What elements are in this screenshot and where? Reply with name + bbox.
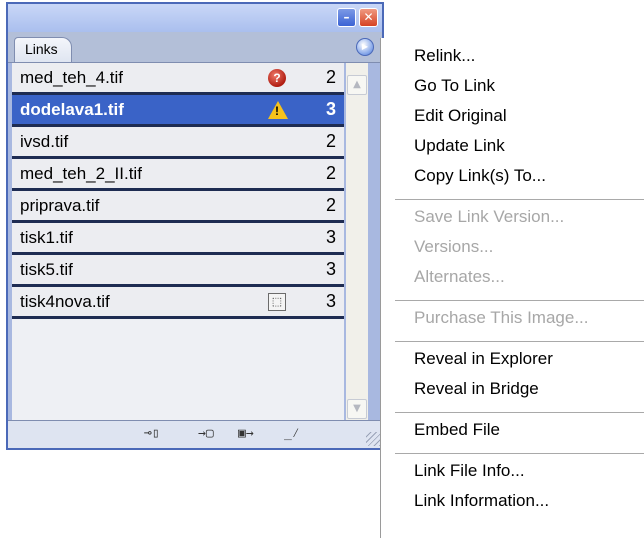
missing-link-icon: ?: [268, 69, 286, 87]
link-page-number: 2: [325, 195, 336, 215]
link-row[interactable]: tisk1.tif 3: [12, 223, 344, 255]
close-button[interactable]: ✕: [359, 8, 378, 27]
link-name: dodelava1.tif: [20, 100, 124, 119]
panel-tab-row: Links ▶: [8, 32, 382, 63]
modified-link-warning-icon: !: [268, 101, 288, 119]
scroll-down-icon[interactable]: ▼: [347, 399, 367, 419]
menu-separator: [395, 300, 644, 301]
link-row[interactable]: tisk5.tif 3: [12, 255, 344, 287]
link-name: med_teh_2_II.tif: [20, 164, 142, 183]
tab-links[interactable]: Links: [14, 37, 72, 62]
links-list: med_teh_4.tif? 2 dodelava1.tif! 3 ivsd.tif 2 m…: [12, 63, 344, 421]
vertical-scrollbar[interactable]: ▲ ▼: [346, 63, 368, 421]
links-panel: – ✕ Links ▶ med_teh_4.tif? 2 dodelava1.tif…: [6, 2, 384, 450]
link-name: tisk1.tif: [20, 228, 73, 247]
panel-menu-icon[interactable]: ▶: [356, 38, 374, 56]
panel-titlebar[interactable]: – ✕: [8, 4, 382, 32]
link-name: ivsd.tif: [20, 132, 69, 151]
menu-separator: [395, 199, 644, 200]
link-page-number: 3: [325, 99, 336, 119]
scroll-up-icon[interactable]: ▲: [347, 75, 367, 95]
menu-separator: [395, 453, 644, 454]
link-row[interactable]: priprava.tif 2: [12, 191, 344, 223]
link-page-number: 2: [325, 163, 336, 183]
go-to-link-icon[interactable]: →▢: [198, 425, 214, 443]
link-name: tisk5.tif: [20, 260, 73, 279]
menu-item-reveal-in-explorer[interactable]: Reveal in Explorer: [414, 347, 553, 371]
update-link-icon[interactable]: ▣→: [238, 425, 254, 443]
embedded-link-icon: ⬚: [268, 293, 286, 311]
menu-item-purchase-this-image: Purchase This Image...: [414, 308, 589, 327]
menu-item-relink[interactable]: Relink...: [414, 44, 475, 68]
link-row[interactable]: med_teh_2_II.tif 2: [12, 159, 344, 191]
link-name: med_teh_4.tif: [20, 68, 124, 87]
link-row[interactable]: tisk4nova.tif ⬚ 3: [12, 287, 344, 319]
menu-item-edit-original[interactable]: Edit Original: [414, 104, 507, 128]
link-page-number: 3: [325, 259, 336, 279]
link-row[interactable]: ivsd.tif 2: [12, 127, 344, 159]
link-name: tisk4nova.tif: [20, 292, 110, 311]
menu-item-link-information[interactable]: Link Information...: [414, 489, 549, 513]
menu-separator: [395, 341, 644, 342]
link-page-number: 2: [325, 67, 336, 87]
links-panel-menu: Relink... Go To Link Edit Original Update L…: [380, 38, 644, 538]
minimize-button[interactable]: –: [337, 8, 356, 27]
menu-separator: [395, 412, 644, 413]
link-row[interactable]: med_teh_4.tif? 2: [12, 63, 344, 95]
menu-item-update-link[interactable]: Update Link: [414, 134, 505, 158]
menu-item-copy-link-s-to[interactable]: Copy Link(s) To...: [414, 164, 546, 188]
menu-item-reveal-in-bridge[interactable]: Reveal in Bridge: [414, 377, 539, 401]
menu-item-link-file-info[interactable]: Link File Info...: [414, 459, 525, 483]
link-page-number: 3: [325, 227, 336, 247]
resize-grip[interactable]: [366, 432, 380, 446]
menu-item-embed-file[interactable]: Embed File: [414, 418, 500, 442]
relink-icon[interactable]: ⊸▯: [144, 425, 160, 443]
link-page-number: 2: [325, 131, 336, 151]
link-name: priprava.tif: [20, 196, 100, 215]
menu-item-versions: Versions...: [414, 237, 494, 256]
menu-item-save-link-version: Save Link Version...: [414, 207, 565, 226]
menu-item-go-to-link[interactable]: Go To Link: [414, 74, 495, 98]
link-page-number: 3: [325, 291, 336, 311]
panel-bottom-bar: ⊸▯ →▢ ▣→ _⁄: [8, 420, 382, 448]
link-row[interactable]: dodelava1.tif! 3: [12, 95, 344, 127]
edit-original-icon[interactable]: _⁄: [284, 425, 300, 443]
menu-item-alternates: Alternates...: [414, 267, 505, 286]
